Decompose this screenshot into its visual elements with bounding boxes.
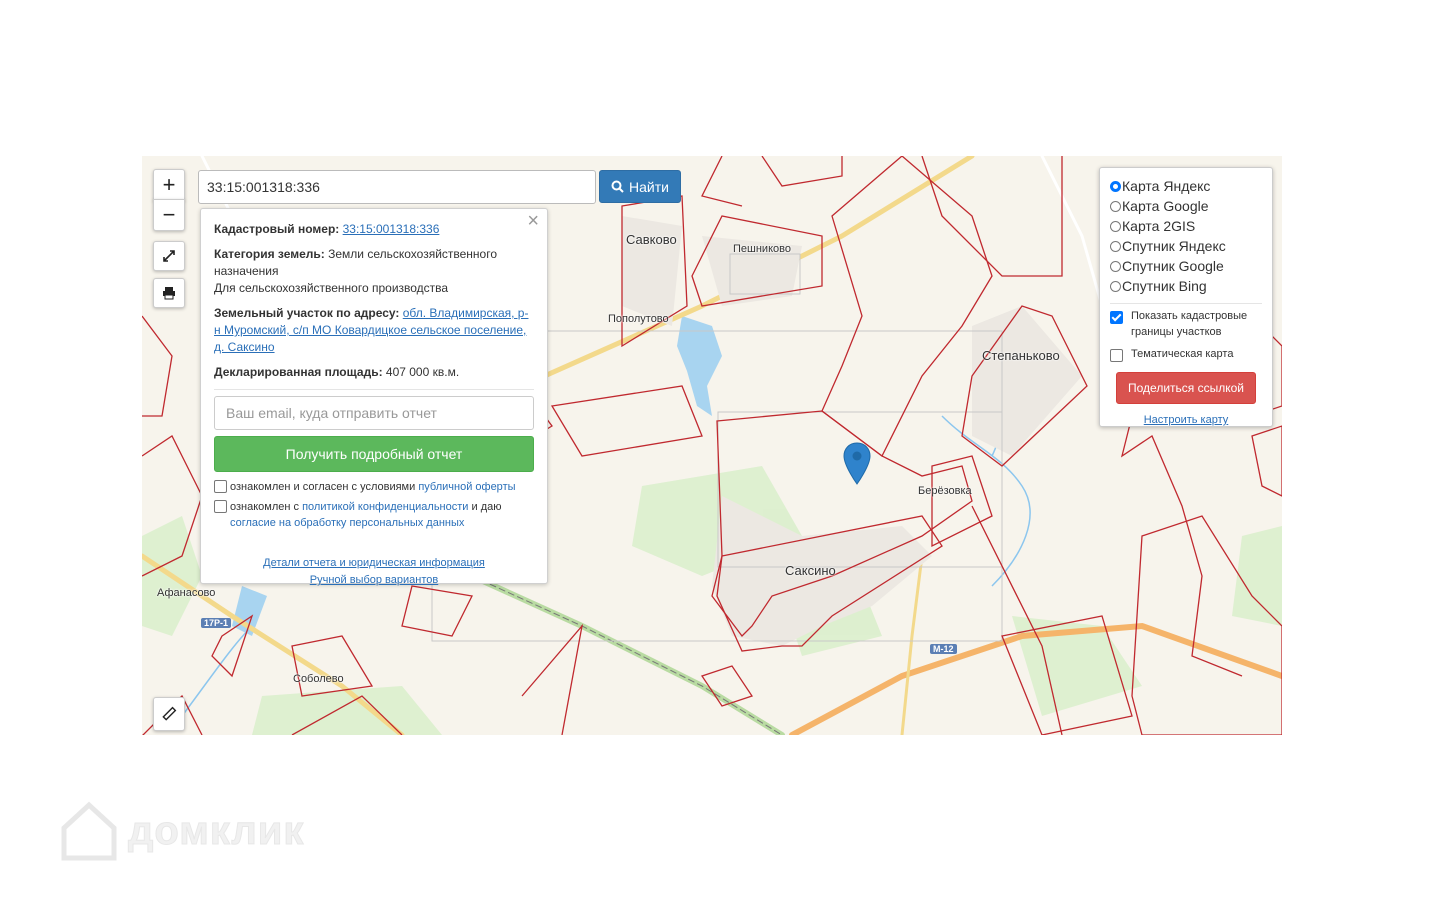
layer-option[interactable]: Спутник Яндекс bbox=[1110, 236, 1262, 256]
layer-option[interactable]: Карта Яндекс bbox=[1110, 176, 1262, 196]
location-marker-icon[interactable] bbox=[843, 442, 871, 486]
layer-option-label: Карта Яндекс bbox=[1122, 178, 1211, 194]
map-layers-panel: Карта Яндекс Карта Google Карта 2GIS Спутни… bbox=[1099, 167, 1273, 427]
thematic-map-checkbox[interactable] bbox=[1110, 349, 1123, 362]
layer-option[interactable]: Карта Google bbox=[1110, 196, 1262, 216]
get-report-button[interactable]: Получить подробный отчет bbox=[214, 436, 534, 472]
thematic-map-label: Тематическая карта bbox=[1131, 348, 1234, 360]
public-offer-link[interactable]: публичной оферты bbox=[418, 481, 515, 493]
place-popolutovo: Пополутово bbox=[608, 313, 669, 325]
area-row: Декларированная площадь: 407 000 кв.м. bbox=[214, 364, 534, 381]
layer-option-label: Спутник Bing bbox=[1122, 278, 1207, 294]
manual-selection-link[interactable]: Ручной выбор вариантов bbox=[310, 574, 438, 586]
report-details-link[interactable]: Детали отчета и юридическая информация bbox=[263, 557, 485, 569]
cadastral-row: Кадастровый номер: 33:15:001318:336 bbox=[214, 221, 534, 238]
zoom-out-button[interactable]: − bbox=[153, 199, 185, 231]
layer-option-label: Спутник Яндекс bbox=[1122, 238, 1226, 254]
show-cadastral-checkbox[interactable] bbox=[1110, 311, 1123, 324]
expand-icon bbox=[163, 250, 175, 262]
offer-consent: ознакомлен и согласен с условиями публич… bbox=[214, 479, 534, 495]
show-cadastral-option[interactable]: Показать кадастровые границы участков bbox=[1110, 308, 1262, 340]
data-processing-link[interactable]: согласие на обработку персональных данны… bbox=[230, 517, 464, 529]
close-icon[interactable]: × bbox=[527, 211, 539, 231]
privacy-consent-text: ознакомлен с bbox=[230, 501, 300, 513]
privacy-checkbox[interactable] bbox=[214, 500, 227, 513]
configure-map-link[interactable]: Настроить карту bbox=[1110, 414, 1262, 426]
place-afanasovo: Афанасово bbox=[157, 587, 216, 599]
layer-option[interactable]: Карта 2GIS bbox=[1110, 216, 1262, 236]
privacy-consent-mid: и даю bbox=[471, 501, 502, 513]
address-label: Земельный участок по адресу: bbox=[214, 306, 400, 320]
layer-radio[interactable] bbox=[1110, 180, 1121, 192]
place-saksino: Саксино bbox=[785, 563, 836, 578]
search-icon bbox=[611, 180, 624, 193]
layer-option-label: Спутник Google bbox=[1122, 258, 1224, 274]
ruler-icon bbox=[162, 706, 177, 721]
ruler-button[interactable] bbox=[153, 697, 185, 731]
parcel-info-panel: × Кадастровый номер: 33:15:001318:336 Ка… bbox=[200, 208, 548, 586]
watermark-text: домклик bbox=[127, 808, 305, 853]
road-sign-17r1: 17Р-1 bbox=[201, 618, 232, 628]
address-row: Земельный участок по адресу: обл. Владим… bbox=[214, 305, 534, 356]
cadastral-label: Кадастровый номер: bbox=[214, 222, 340, 236]
layer-radio[interactable] bbox=[1110, 280, 1121, 292]
house-logo-icon bbox=[61, 801, 117, 861]
category-use: Для сельскохозяйственного производства bbox=[214, 281, 449, 295]
place-savkovo: Савково bbox=[626, 232, 677, 247]
road-sign-m12: М-12 bbox=[930, 644, 957, 654]
print-button[interactable] bbox=[153, 278, 185, 308]
place-berezovka: Берёзовка bbox=[918, 485, 972, 497]
privacy-consent: ознакомлен с политикой конфиденциальност… bbox=[214, 499, 534, 531]
search-input[interactable]: 33:15:001318:336 bbox=[198, 170, 596, 204]
cadastral-number-link[interactable]: 33:15:001318:336 bbox=[343, 222, 440, 236]
domclick-watermark: домклик bbox=[60, 800, 304, 862]
area-value: 407 000 кв.м. bbox=[385, 365, 460, 379]
area-label: Декларированная площадь: bbox=[214, 365, 383, 379]
offer-checkbox[interactable] bbox=[214, 480, 227, 493]
layer-option-label: Карта 2GIS bbox=[1122, 218, 1196, 234]
layer-options: Карта Яндекс Карта Google Карта 2GIS Спутни… bbox=[1110, 176, 1262, 296]
share-link-button[interactable]: Поделиться ссылкой bbox=[1116, 372, 1256, 404]
layer-option-label: Карта Google bbox=[1122, 198, 1209, 214]
place-peshnikovo: Пешниково bbox=[733, 243, 791, 255]
layer-option[interactable]: Спутник Google bbox=[1110, 256, 1262, 276]
layer-option[interactable]: Спутник Bing bbox=[1110, 276, 1262, 296]
layer-radio[interactable] bbox=[1110, 260, 1121, 272]
zoom-in-button[interactable]: + bbox=[153, 169, 185, 201]
search-button-label: Найти bbox=[629, 178, 669, 195]
email-input[interactable]: Ваш email, куда отправить отчет bbox=[214, 396, 534, 430]
show-cadastral-label: Показать кадастровые границы участков bbox=[1131, 310, 1248, 338]
place-stepankovo: Степаньково bbox=[982, 348, 1060, 363]
fullscreen-button[interactable] bbox=[153, 241, 185, 271]
layer-radio[interactable] bbox=[1110, 220, 1121, 232]
panel-links: Детали отчета и юридическая информация Р… bbox=[214, 555, 534, 589]
search-button[interactable]: Найти bbox=[599, 170, 681, 203]
category-label: Категория земель: bbox=[214, 247, 325, 261]
layer-radio[interactable] bbox=[1110, 200, 1121, 212]
print-icon bbox=[163, 287, 175, 300]
thematic-map-option[interactable]: Тематическая карта bbox=[1110, 346, 1262, 362]
offer-consent-text: ознакомлен и согласен с условиями bbox=[230, 481, 416, 493]
category-row: Категория земель: Земли сельскохозяйстве… bbox=[214, 246, 534, 297]
place-sobolevo: Соболево bbox=[293, 673, 344, 685]
layer-radio[interactable] bbox=[1110, 240, 1121, 252]
privacy-policy-link[interactable]: политикой конфиденциальности bbox=[302, 501, 468, 513]
